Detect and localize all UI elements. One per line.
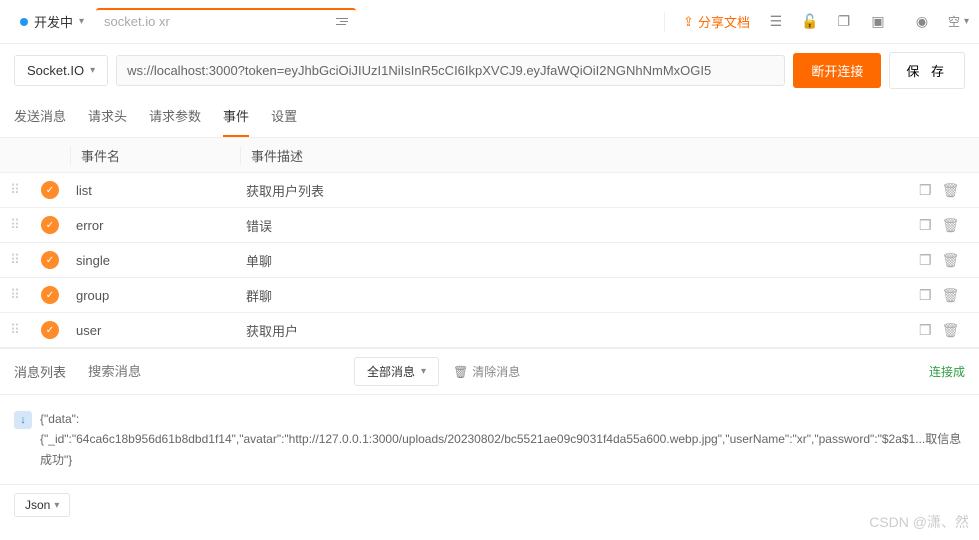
event-desc-cell[interactable]: 错误: [240, 216, 919, 235]
tab-params[interactable]: 请求参数: [149, 96, 201, 137]
cube-icon[interactable]: ❒: [919, 252, 932, 269]
row-check[interactable]: ✓: [30, 251, 70, 269]
search-messages-input[interactable]: [80, 358, 340, 385]
chevron-down-icon: ▾: [54, 500, 59, 511]
events-table-header: 事件名 事件描述: [0, 138, 979, 173]
header-event-name: 事件名: [70, 146, 240, 165]
incoming-message-icon: ↓: [14, 411, 32, 429]
cube-icon[interactable]: ❒: [919, 322, 932, 339]
chevron-down-icon: ▾: [421, 366, 426, 377]
save-button[interactable]: 保 存: [889, 52, 965, 89]
chevron-down-icon: ▾: [79, 16, 84, 27]
trash-icon: 🗑: [453, 365, 468, 379]
row-check[interactable]: ✓: [30, 216, 70, 234]
drag-handle-icon[interactable]: ⠿: [0, 252, 30, 268]
tab-headers[interactable]: 请求头: [88, 96, 127, 137]
cube-icon[interactable]: ❒: [919, 287, 932, 304]
tab-events[interactable]: 事件: [223, 96, 249, 137]
lock-icon[interactable]: 🔓: [802, 14, 818, 30]
preview-icon[interactable]: ◉: [914, 14, 930, 30]
clear-label: 清除消息: [472, 363, 520, 380]
header-event-desc: 事件描述: [240, 146, 919, 165]
url-input[interactable]: ws://localhost:3000?token=eyJhbGciOiJIUz…: [116, 55, 785, 86]
drag-handle-icon[interactable]: ⠿: [0, 182, 30, 198]
table-row[interactable]: ⠿ ✓ error错误❒ 🗑: [0, 208, 979, 243]
share-doc-button[interactable]: ⇪ 分享文档: [673, 6, 760, 37]
event-name-cell[interactable]: list: [70, 183, 240, 198]
env-status-selector[interactable]: 开发中 ▾: [10, 8, 94, 35]
status-label: 开发中: [34, 12, 73, 31]
status-dot-icon: [20, 18, 28, 26]
format-label: Json: [25, 498, 50, 512]
event-name-cell[interactable]: group: [70, 288, 240, 303]
cube-icon[interactable]: ❒: [919, 182, 932, 199]
message-body[interactable]: {"data": {"_id":"64ca6c18b956d61b8dbd1f1…: [40, 409, 965, 470]
event-name-cell[interactable]: single: [70, 253, 240, 268]
share-label: 分享文档: [698, 12, 750, 31]
connection-status: 连接成: [929, 363, 965, 380]
space-label: 空: [948, 13, 960, 30]
message-line: {"_id":"64ca6c18b956d61b8dbd1f14","avata…: [40, 429, 965, 470]
table-row[interactable]: ⠿ ✓ list获取用户列表❒ 🗑: [0, 173, 979, 208]
tab-send-message[interactable]: 发送消息: [14, 96, 66, 137]
chevron-down-icon: ▾: [90, 65, 95, 76]
event-name-cell[interactable]: user: [70, 323, 240, 338]
format-selector[interactable]: Json ▾: [14, 493, 70, 517]
check-circle-icon: ✓: [41, 181, 59, 199]
chevron-down-icon: ▾: [964, 16, 969, 27]
edit-filter-icon[interactable]: [336, 18, 348, 25]
check-circle-icon: ✓: [41, 286, 59, 304]
protocol-selector[interactable]: Socket.IO ▾: [14, 55, 108, 86]
space-selector[interactable]: 空 ▾: [948, 13, 969, 30]
check-circle-icon: ✓: [41, 216, 59, 234]
table-row[interactable]: ⠿ ✓ single单聊❒ 🗑: [0, 243, 979, 278]
cube-icon[interactable]: ❒: [919, 217, 932, 234]
table-row[interactable]: ⠿ ✓ group群聊❒ 🗑: [0, 278, 979, 313]
tab-title: socket.io xr: [104, 14, 170, 29]
table-row[interactable]: ⠿ ✓ user获取用户❒ 🗑: [0, 313, 979, 348]
trash-icon[interactable]: 🗑: [942, 182, 960, 199]
check-circle-icon: ✓: [41, 321, 59, 339]
message-filter-selector[interactable]: 全部消息 ▾: [354, 357, 439, 386]
check-circle-icon: ✓: [41, 251, 59, 269]
messages-title: 消息列表: [14, 362, 66, 381]
row-check[interactable]: ✓: [30, 181, 70, 199]
share-icon: ⇪: [683, 14, 694, 30]
trash-icon[interactable]: 🗑: [942, 322, 960, 339]
align-icon[interactable]: ☰: [768, 14, 784, 30]
drag-handle-icon[interactable]: ⠿: [0, 287, 30, 303]
trash-icon[interactable]: 🗑: [942, 217, 960, 234]
delete-icon[interactable]: ▣: [870, 14, 886, 30]
tab-settings[interactable]: 设置: [271, 96, 297, 137]
event-desc-cell[interactable]: 获取用户列表: [240, 181, 919, 200]
event-desc-cell[interactable]: 单聊: [240, 251, 919, 270]
divider: [664, 12, 665, 32]
clear-messages-button[interactable]: 🗑 清除消息: [453, 363, 520, 380]
event-name-cell[interactable]: error: [70, 218, 240, 233]
drag-handle-icon[interactable]: ⠿: [0, 217, 30, 233]
protocol-label: Socket.IO: [27, 63, 84, 78]
event-desc-cell[interactable]: 群聊: [240, 286, 919, 305]
disconnect-button[interactable]: 断开连接: [793, 53, 881, 88]
trash-icon[interactable]: 🗑: [942, 252, 960, 269]
filter-label: 全部消息: [367, 363, 415, 380]
row-check[interactable]: ✓: [30, 286, 70, 304]
message-line: {"data":: [40, 409, 965, 429]
document-tab[interactable]: socket.io xr: [96, 8, 356, 33]
event-desc-cell[interactable]: 获取用户: [240, 321, 919, 340]
drag-handle-icon[interactable]: ⠿: [0, 322, 30, 338]
trash-icon[interactable]: 🗑: [942, 287, 960, 304]
copy-icon[interactable]: ❐: [836, 14, 852, 30]
row-check[interactable]: ✓: [30, 321, 70, 339]
